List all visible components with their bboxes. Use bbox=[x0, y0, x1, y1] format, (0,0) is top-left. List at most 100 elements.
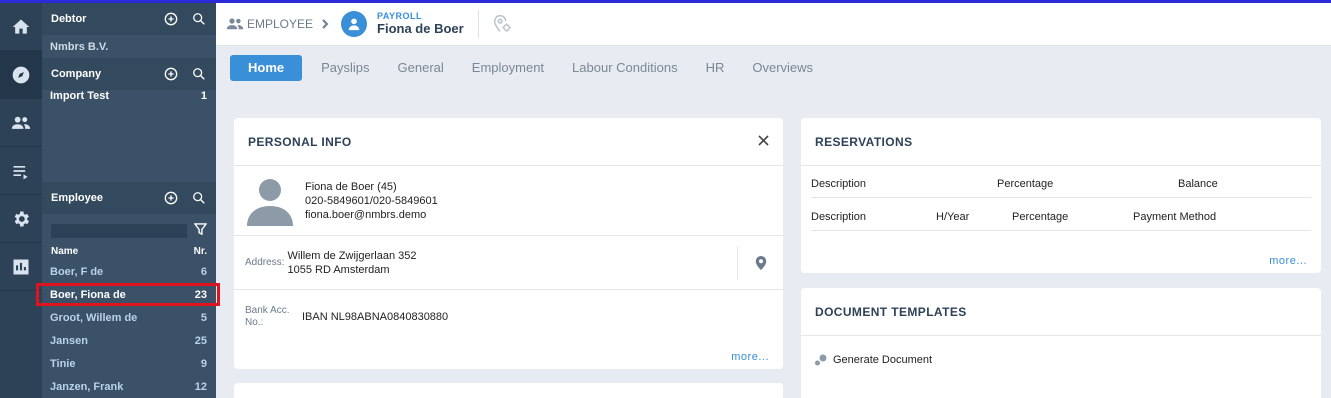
reservations-header: RESERVATIONS bbox=[801, 118, 1321, 166]
chart-icon bbox=[13, 259, 29, 274]
address-row: Address: Willem de Zwijgerlaan 352 1055 … bbox=[234, 236, 783, 290]
reservations-more-link[interactable]: more... bbox=[1269, 255, 1307, 267]
list-icon bbox=[13, 165, 28, 179]
personal-info-title: PERSONAL INFO bbox=[248, 134, 352, 149]
header-title-block: PAYROLL Fiona de Boer bbox=[377, 11, 464, 36]
address-line1: Willem de Zwijgerlaan 352 bbox=[287, 249, 417, 262]
rail-home[interactable] bbox=[0, 3, 42, 51]
gears-icon bbox=[815, 354, 827, 366]
close-button[interactable] bbox=[758, 134, 769, 149]
map-pin-button[interactable] bbox=[737, 246, 783, 280]
employee-search-button[interactable] bbox=[191, 190, 207, 206]
reservations-divider bbox=[811, 197, 1311, 198]
debtor-add-button[interactable] bbox=[163, 11, 179, 27]
reservations-table1-header: Description Percentage Balance bbox=[801, 171, 1321, 197]
list-item-selected[interactable]: Boer, Fiona de 23 bbox=[36, 283, 220, 306]
tab-labour-conditions[interactable]: Labour Conditions bbox=[572, 55, 678, 81]
document-templates-header: DOCUMENT TEMPLATES bbox=[801, 288, 1321, 336]
location-settings-button[interactable] bbox=[491, 12, 513, 37]
reservations-card: RESERVATIONS Description Percentage Bala… bbox=[801, 118, 1321, 273]
rail-users[interactable] bbox=[0, 99, 42, 147]
person-email: fiona.boer@nmbrs.demo bbox=[305, 208, 427, 221]
debtor-title: Debtor bbox=[51, 13, 87, 25]
filter-icon bbox=[193, 223, 208, 236]
employee-col-name: Name bbox=[51, 245, 79, 257]
debtor-header: Debtor bbox=[42, 3, 216, 35]
breadcrumb[interactable]: EMPLOYEE bbox=[226, 17, 313, 31]
avatar bbox=[341, 11, 368, 37]
list-item[interactable]: Janzen, Frank 12 bbox=[42, 375, 216, 398]
debtor-name: Nmbrs B.V. bbox=[50, 40, 109, 53]
icon-rail bbox=[0, 3, 42, 398]
list-item[interactable]: Jansen 25 bbox=[42, 329, 216, 352]
debtor-item[interactable]: Nmbrs B.V. bbox=[42, 35, 216, 58]
personal-info-header: PERSONAL INFO bbox=[234, 118, 783, 166]
users-icon bbox=[226, 18, 244, 30]
person-summary: Fiona de Boer (45) 020-5849601/020-58496… bbox=[234, 166, 783, 236]
debtor-search-button[interactable] bbox=[191, 11, 207, 27]
user-icon bbox=[348, 18, 360, 31]
employee-title: Employee bbox=[51, 192, 103, 204]
home-icon bbox=[12, 19, 30, 34]
employee-add-button[interactable] bbox=[163, 190, 179, 206]
breadcrumb-employee[interactable]: EMPLOYEE bbox=[247, 17, 313, 31]
tab-general[interactable]: General bbox=[398, 55, 444, 81]
context-panel: Debtor Nmbrs B.V. Company Import Test 1 … bbox=[36, 3, 220, 398]
tab-payslips[interactable]: Payslips bbox=[321, 55, 369, 81]
company-item[interactable]: Import Test 1 bbox=[42, 90, 216, 106]
tab-overviews[interactable]: Overviews bbox=[752, 55, 813, 81]
employee-nr: 25 bbox=[194, 334, 207, 347]
employee-filter-input[interactable] bbox=[51, 224, 187, 238]
users-icon bbox=[11, 116, 31, 129]
col-percentage: Percentage bbox=[997, 178, 1054, 190]
search-icon bbox=[193, 13, 205, 25]
personal-info-more-link[interactable]: more... bbox=[731, 351, 769, 363]
address-label: Address: bbox=[245, 257, 285, 268]
tab-employment[interactable]: Employment bbox=[472, 55, 544, 81]
employee-name: Jansen bbox=[50, 334, 88, 347]
rail-compass[interactable] bbox=[0, 51, 42, 99]
search-icon bbox=[193, 68, 205, 80]
employee-filter-button[interactable] bbox=[193, 223, 208, 239]
secondary-card bbox=[234, 383, 783, 398]
employee-filter-row bbox=[42, 220, 216, 242]
bank-label: Bank Acc. No.: bbox=[245, 305, 290, 328]
rail-settings[interactable] bbox=[0, 195, 42, 243]
location-gear-icon bbox=[493, 14, 511, 32]
search-icon bbox=[193, 192, 205, 204]
chevron-right-icon bbox=[321, 19, 329, 29]
reservations-divider bbox=[811, 230, 1311, 231]
list-item[interactable]: Groot, Willem de 5 bbox=[42, 306, 216, 329]
list-item[interactable]: Tinie 9 bbox=[42, 352, 216, 375]
company-search-button[interactable] bbox=[191, 66, 207, 82]
bank-row: Bank Acc. No.: IBAN NL98ABNA0840830880 bbox=[234, 290, 783, 344]
employee-nr: 5 bbox=[200, 311, 207, 324]
compass-icon bbox=[12, 66, 30, 83]
document-templates-card: DOCUMENT TEMPLATES Generate Document bbox=[801, 288, 1321, 398]
company-list-space bbox=[42, 106, 216, 182]
list-item[interactable]: Boer, F de 6 bbox=[42, 260, 216, 283]
col-percentage: Percentage bbox=[1012, 211, 1069, 223]
document-templates-title: DOCUMENT TEMPLATES bbox=[815, 304, 967, 319]
page-title: Fiona de Boer bbox=[377, 20, 464, 36]
bank-value: IBAN NL98ABNA0840830880 bbox=[302, 311, 449, 323]
col-payment-method: Payment Method bbox=[1133, 211, 1217, 223]
employee-nr: 23 bbox=[194, 288, 207, 301]
company-count: 1 bbox=[200, 90, 207, 102]
employee-nr: 9 bbox=[200, 357, 207, 370]
tab-hr[interactable]: HR bbox=[706, 55, 725, 81]
reservations-table2-header: Description H/Year Percentage Payment Me… bbox=[801, 204, 1321, 230]
person-avatar-icon bbox=[247, 178, 293, 226]
employee-list-header: Name Nr. bbox=[42, 242, 216, 260]
company-add-button[interactable] bbox=[163, 66, 179, 82]
col-description: Description bbox=[811, 211, 867, 223]
rail-list[interactable] bbox=[0, 147, 42, 195]
tab-home[interactable]: Home bbox=[230, 55, 303, 81]
plus-circle-icon bbox=[164, 12, 178, 26]
page-header: EMPLOYEE PAYROLL Fiona de Boer bbox=[216, 3, 1331, 46]
person-details: Fiona de Boer (45) 020-5849601/020-58496… bbox=[305, 180, 438, 222]
employee-name: Janzen, Frank bbox=[50, 380, 124, 393]
generate-document-button[interactable]: Generate Document bbox=[801, 352, 1321, 368]
col-hyear: H/Year bbox=[936, 211, 970, 223]
employee-nr: 6 bbox=[200, 265, 207, 278]
